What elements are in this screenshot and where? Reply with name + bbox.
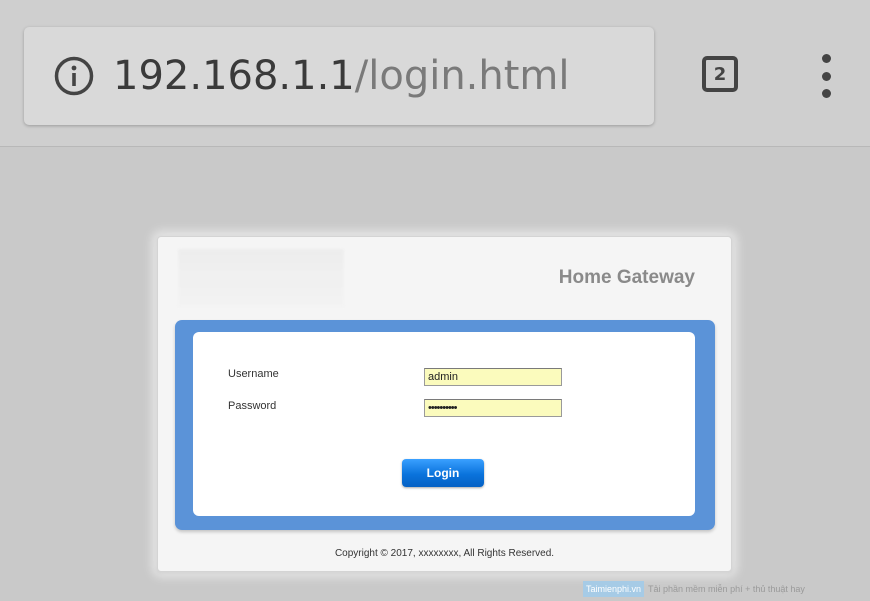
username-input[interactable] (424, 368, 562, 386)
url-text[interactable]: 192.168.1.1/login.html (113, 53, 570, 99)
brand-title: Home Gateway (558, 267, 695, 288)
tab-switcher-button[interactable]: 2 (702, 56, 738, 92)
info-icon[interactable] (51, 53, 97, 99)
username-label: Username (228, 368, 279, 380)
password-input[interactable] (424, 399, 562, 417)
copyright-text: Copyright © 2017, xxxxxxxx, All Rights R… (334, 548, 555, 559)
watermark-tagline: Tải phần mềm miễn phí + thủ thuật hay (648, 583, 805, 594)
login-panel: Username Password Login (175, 320, 715, 530)
overflow-menu-icon[interactable] (812, 54, 840, 98)
watermark: Taimienphi.vn Tải phần mềm miễn phí + th… (583, 578, 870, 599)
browser-toolbar: 192.168.1.1/login.html 2 (0, 0, 870, 147)
login-button[interactable]: Login (402, 459, 484, 487)
password-label: Password (228, 400, 277, 412)
logo-image (178, 249, 344, 307)
watermark-brand: Taimienphi.vn (583, 580, 645, 597)
login-card: Home Gateway Username Password Login Cop… (157, 236, 732, 572)
page-content: Home Gateway Username Password Login Cop… (0, 147, 870, 601)
login-form: Username Password Login (193, 332, 695, 516)
url-path: /login.html (354, 53, 570, 99)
address-bar[interactable]: 192.168.1.1/login.html (24, 27, 654, 125)
tab-count: 2 (713, 63, 727, 85)
url-host: 192.168.1.1 (113, 53, 355, 99)
